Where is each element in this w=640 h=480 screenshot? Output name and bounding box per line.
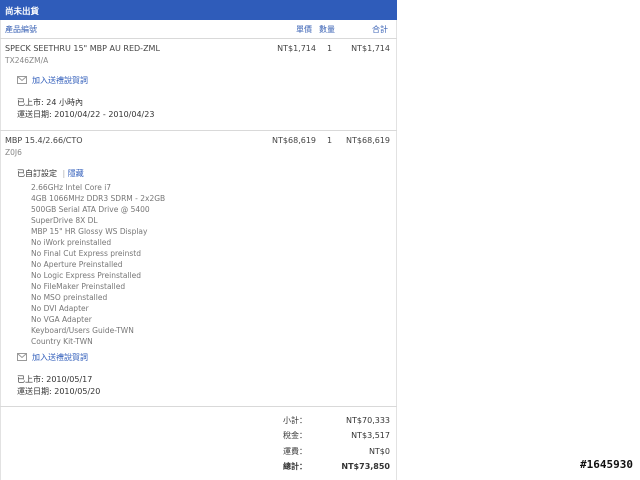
spec-item: No DVI Adapter xyxy=(31,304,89,313)
order-panel: 尚未出貨 產品編號 單價 數量 合計 SPECK SEETHRU 15" MBP… xyxy=(0,0,397,480)
spec-item: No VGA Adapter xyxy=(31,315,92,324)
item-total: NT$1,714 xyxy=(351,44,390,53)
divider xyxy=(0,130,397,131)
shipping-label: 運費： xyxy=(283,447,307,456)
spec-item: No Final Cut Express preinstd xyxy=(31,249,141,258)
spec-item: No iWork preinstalled xyxy=(31,238,112,247)
spec-item: No Aperture Preinstalled xyxy=(31,260,123,269)
gift-envelope-icon[interactable] xyxy=(17,76,27,84)
subtotal-label: 小計： xyxy=(283,416,307,425)
delivery-date-text: 運送日期: 2010/05/20 xyxy=(17,387,101,396)
availability-text: 已上市: 2010/05/17 xyxy=(17,375,93,384)
watermark-id: #1645930 xyxy=(580,458,633,471)
item-code: Z0J6 xyxy=(5,148,22,157)
spec-item: 2.66GHz Intel Core i7 xyxy=(31,183,112,192)
total-value: NT$73,850 xyxy=(341,462,390,471)
spec-item: SuperDrive 8X DL xyxy=(31,216,98,225)
item-code: TX246ZM/A xyxy=(5,56,49,65)
item-price: NT$1,714 xyxy=(277,44,316,53)
spec-item: No FileMaker Preinstalled xyxy=(31,282,126,291)
tax-value: NT$3,517 xyxy=(351,431,390,440)
spec-item: Keyboard/Users Guide-TWN xyxy=(31,326,134,335)
custom-config-row: 已自訂設定 | 隱藏 xyxy=(17,168,84,179)
item-name: SPECK SEETHRU 15" MBP AU RED-ZML xyxy=(5,44,160,53)
custom-config-label: 已自訂設定 xyxy=(17,169,57,178)
item-price: NT$68,619 xyxy=(272,136,316,145)
section-header: 尚未出貨 xyxy=(0,0,397,20)
column-total: 合計 xyxy=(372,25,388,34)
separator: | xyxy=(62,169,66,178)
spec-item: MBP 15" HR Glossy WS Display xyxy=(31,227,148,236)
shipping-value: NT$0 xyxy=(368,447,390,456)
spec-item: 4GB 1066MHz DDR3 SDRM - 2x2GB xyxy=(31,194,166,203)
add-gift-message-link[interactable]: 加入送禮說賀詞 xyxy=(32,352,88,363)
section-title: 尚未出貨 xyxy=(5,7,40,17)
add-gift-message-link[interactable]: 加入送禮說賀詞 xyxy=(32,75,88,86)
column-qty: 數量 xyxy=(319,25,335,34)
panel-border-left xyxy=(0,20,1,480)
spec-item: No MSO preinstalled xyxy=(31,293,108,302)
panel-border-right xyxy=(396,20,397,480)
column-product: 產品編號 xyxy=(5,25,37,34)
item-name: MBP 15.4/2.66/CTO xyxy=(5,136,83,145)
tax-label: 稅金： xyxy=(283,431,307,440)
subtotal-value: NT$70,333 xyxy=(346,416,390,425)
divider xyxy=(0,38,397,39)
item-total: NT$68,619 xyxy=(346,136,390,145)
gift-envelope-icon[interactable] xyxy=(17,353,27,361)
spec-item: Country Kit-TWN xyxy=(31,337,93,346)
total-label: 總計： xyxy=(283,462,307,471)
spec-item: No Logic Express Preinstalled xyxy=(31,271,141,280)
divider xyxy=(0,406,397,407)
column-price: 單價 xyxy=(296,25,312,34)
availability-text: 已上市: 24 小時內 xyxy=(17,98,83,107)
delivery-date-text: 運送日期: 2010/04/22 - 2010/04/23 xyxy=(17,110,155,119)
hide-config-link[interactable]: 隱藏 xyxy=(68,169,84,178)
spec-item: 500GB Serial ATA Drive @ 5400 xyxy=(31,205,150,214)
